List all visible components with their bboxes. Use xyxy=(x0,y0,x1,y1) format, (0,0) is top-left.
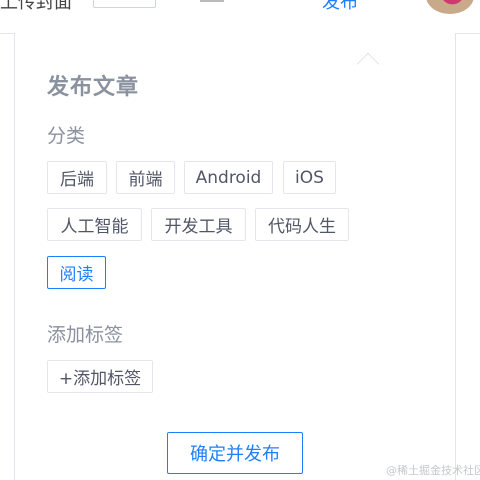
publish-link[interactable]: 发布 xyxy=(322,0,358,14)
category-chip-android[interactable]: Android xyxy=(184,161,273,194)
category-chip-frontend[interactable]: 前端 xyxy=(116,161,175,194)
category-chip-backend[interactable]: 后端 xyxy=(47,161,107,194)
panel-caret xyxy=(356,52,380,76)
publish-page: 上传封面 发布 发布文章 分类 后端 前端 Android iOS 人工智能 开… xyxy=(0,0,480,480)
menu-icon[interactable] xyxy=(200,0,224,2)
add-tag-button[interactable]: +添加标签 xyxy=(47,360,153,393)
watermark: @稀土掘金技术社区 xyxy=(386,464,480,477)
category-chip-ai[interactable]: 人工智能 xyxy=(47,208,142,241)
confirm-publish-button[interactable]: 确定并发布 xyxy=(167,432,303,474)
category-chip-devtools[interactable]: 开发工具 xyxy=(151,208,246,241)
category-chip-code-life[interactable]: 代码人生 xyxy=(255,208,349,241)
avatar[interactable] xyxy=(426,0,474,14)
top-header: 上传封面 发布 xyxy=(0,0,480,34)
publish-dropdown-panel: 发布文章 分类 后端 前端 Android iOS 人工智能 开发工具 代码人生… xyxy=(14,33,456,480)
category-label: 分类 xyxy=(47,125,86,147)
header-button[interactable] xyxy=(93,0,156,8)
category-chip-reading[interactable]: 阅读 xyxy=(47,256,106,289)
header-left-text: 上传封面 xyxy=(0,0,72,13)
category-chip-ios[interactable]: iOS xyxy=(283,161,336,194)
panel-title: 发布文章 xyxy=(47,75,140,100)
tags-label: 添加标签 xyxy=(47,324,124,346)
